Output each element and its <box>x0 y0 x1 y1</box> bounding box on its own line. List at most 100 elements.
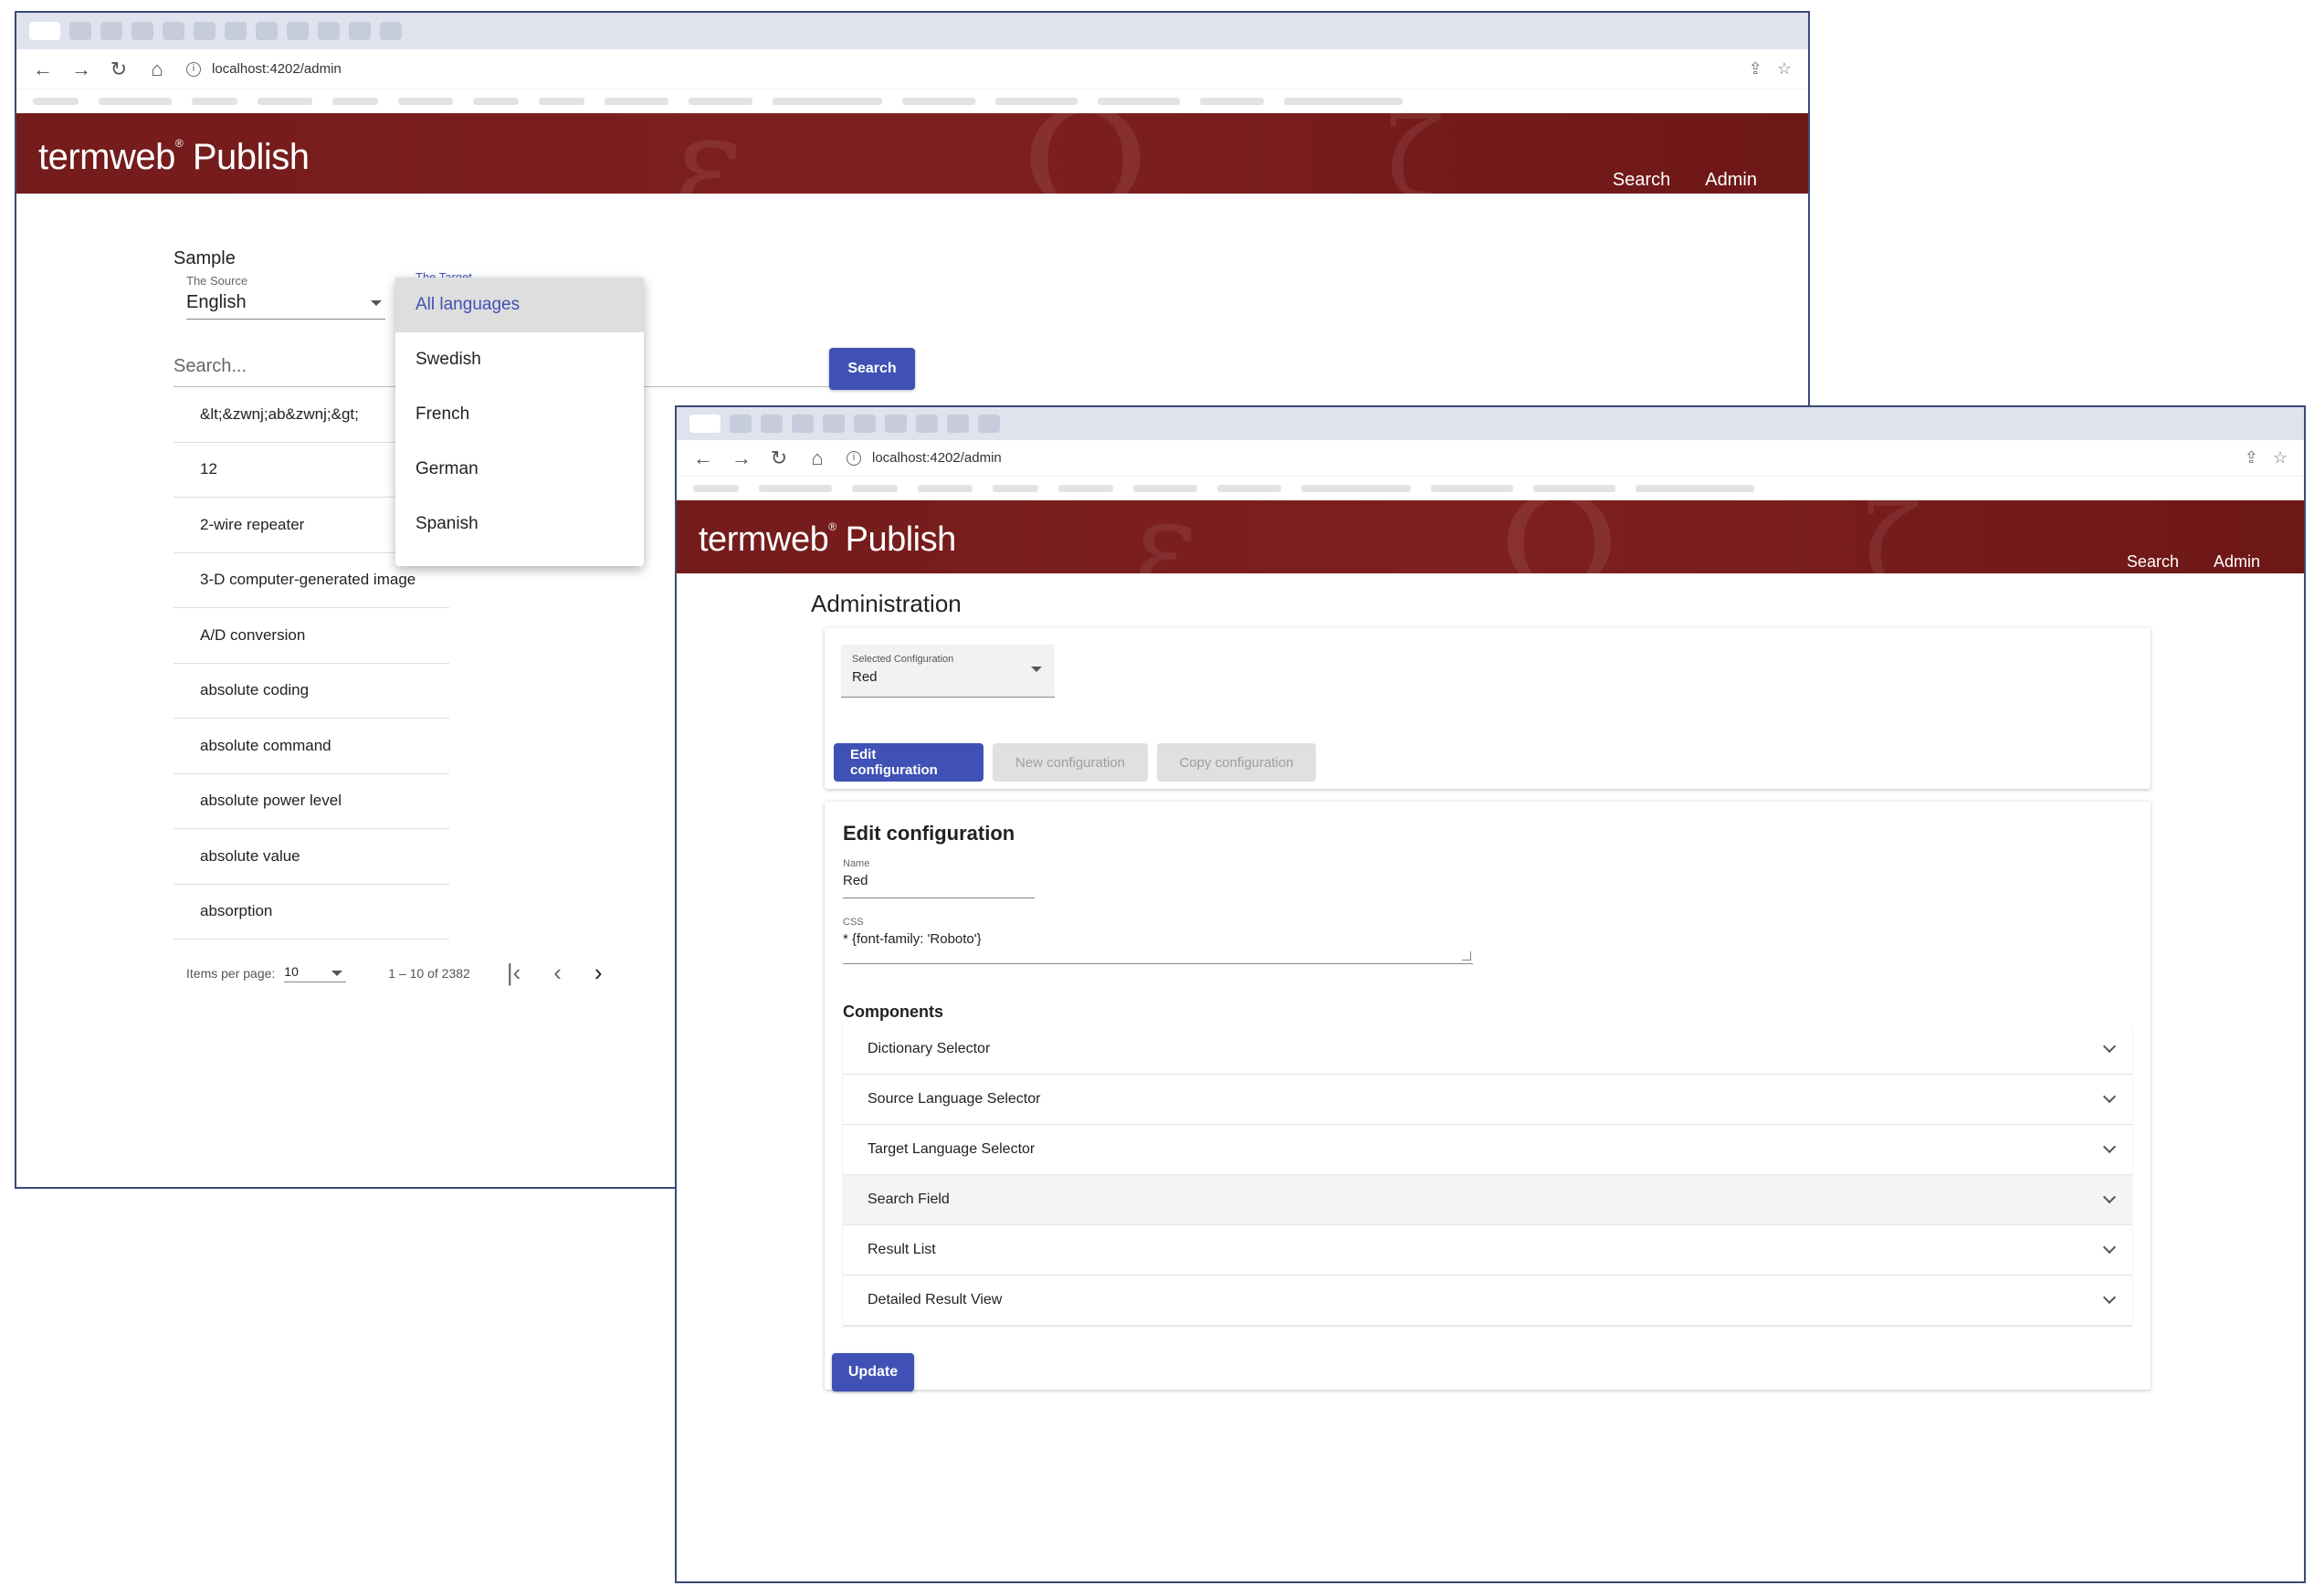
nav-search-link[interactable]: Search <box>2127 552 2179 572</box>
chevron-down-icon[interactable] <box>2102 1139 2117 1154</box>
nav-admin-link[interactable]: Admin <box>1705 170 1757 191</box>
bookmark-item[interactable] <box>33 98 79 105</box>
chevron-down-icon[interactable] <box>2102 1290 2117 1305</box>
copy-configuration-button[interactable]: Copy configuration <box>1157 743 1316 782</box>
bookmark-item[interactable] <box>473 98 519 105</box>
browser-tab[interactable] <box>225 22 247 40</box>
name-field[interactable]: Red <box>843 873 1035 898</box>
component-panel[interactable]: Source Language Selector <box>843 1075 2132 1125</box>
browser-tab[interactable] <box>100 22 122 40</box>
selected-configuration-select[interactable]: Selected Configuration Red <box>841 645 1055 698</box>
browser-tab[interactable] <box>947 415 969 433</box>
chevron-down-icon[interactable] <box>2102 1240 2117 1255</box>
browser-tab[interactable] <box>978 415 1000 433</box>
browser-tab[interactable] <box>885 415 907 433</box>
chevron-down-icon[interactable] <box>2102 1039 2117 1054</box>
star-icon[interactable]: ☆ <box>2273 448 2288 467</box>
browser-tab[interactable] <box>380 22 402 40</box>
items-per-page-select[interactable]: 10 <box>284 964 347 982</box>
bookmark-item[interactable] <box>1217 485 1281 492</box>
browser-tab[interactable] <box>318 22 340 40</box>
browser-tab[interactable] <box>29 22 60 40</box>
forward-icon[interactable]: → <box>71 58 91 81</box>
bookmark-item[interactable] <box>852 485 898 492</box>
bookmark-item[interactable] <box>1636 485 1754 492</box>
share-icon[interactable]: ⇪ <box>2245 448 2258 467</box>
bookmark-item[interactable] <box>1284 98 1403 105</box>
bookmark-item[interactable] <box>759 485 832 492</box>
app-logo[interactable]: termweb® Publish <box>38 137 310 178</box>
browser-tab[interactable] <box>689 415 720 433</box>
source-language-select[interactable]: English <box>186 292 385 320</box>
home-icon[interactable]: ⌂ <box>148 58 166 81</box>
browser-tab[interactable] <box>823 415 845 433</box>
browser-tab[interactable] <box>287 22 309 40</box>
reload-icon[interactable]: ↻ <box>110 58 128 81</box>
bookmark-item[interactable] <box>1133 485 1197 492</box>
bookmark-item[interactable] <box>605 98 668 105</box>
info-icon[interactable]: i <box>847 450 861 466</box>
forward-icon[interactable]: → <box>731 446 752 470</box>
browser-tab[interactable] <box>69 22 91 40</box>
language-option[interactable]: Spanish <box>395 497 644 551</box>
component-panel[interactable]: Detailed Result View <box>843 1276 2132 1326</box>
browser-tab[interactable] <box>194 22 216 40</box>
bookmark-item[interactable] <box>192 98 237 105</box>
result-item[interactable]: absolute value <box>174 829 449 885</box>
browser-tab[interactable] <box>854 415 876 433</box>
update-button[interactable]: Update <box>832 1353 914 1391</box>
bookmark-item[interactable] <box>539 98 584 105</box>
chevron-down-icon[interactable] <box>2102 1089 2117 1104</box>
language-option[interactable]: Swedish <box>395 332 644 387</box>
component-panel[interactable]: Target Language Selector <box>843 1125 2132 1175</box>
bookmark-item[interactable] <box>993 485 1038 492</box>
browser-tab[interactable] <box>792 415 814 433</box>
bookmark-item[interactable] <box>693 485 739 492</box>
first-page-icon[interactable]: |‹ <box>507 959 521 987</box>
url-field[interactable]: i localhost:4202/admin <box>186 61 1729 77</box>
result-item[interactable]: absorption <box>174 885 449 940</box>
search-button[interactable]: Search <box>829 348 915 390</box>
bookmark-item[interactable] <box>1200 98 1264 105</box>
browser-tab[interactable] <box>163 22 184 40</box>
url-field[interactable]: i localhost:4202/admin <box>847 450 2225 466</box>
bookmark-item[interactable] <box>332 98 378 105</box>
previous-page-icon[interactable]: ‹ <box>553 959 562 987</box>
nav-search-link[interactable]: Search <box>1613 170 1670 191</box>
component-panel[interactable]: Search Field <box>843 1175 2132 1225</box>
bookmark-item[interactable] <box>902 98 975 105</box>
bookmark-item[interactable] <box>918 485 973 492</box>
app-logo[interactable]: termweb® Publish <box>699 520 956 560</box>
home-icon[interactable]: ⌂ <box>808 446 826 470</box>
language-option[interactable]: French <box>395 387 644 442</box>
bookmark-item[interactable] <box>1533 485 1615 492</box>
component-panel[interactable]: Result List <box>843 1225 2132 1276</box>
nav-admin-link[interactable]: Admin <box>2214 552 2260 572</box>
bookmark-item[interactable] <box>689 98 752 105</box>
back-icon[interactable]: ← <box>693 446 713 470</box>
result-item[interactable]: absolute command <box>174 719 449 774</box>
bookmark-item[interactable] <box>1058 485 1113 492</box>
share-icon[interactable]: ⇪ <box>1749 59 1762 79</box>
browser-tab[interactable] <box>131 22 153 40</box>
bookmark-item[interactable] <box>398 98 453 105</box>
browser-tab[interactable] <box>256 22 278 40</box>
back-icon[interactable]: ← <box>33 58 53 81</box>
language-option[interactable]: All languages <box>395 278 644 332</box>
browser-tab[interactable] <box>349 22 371 40</box>
language-option[interactable]: German <box>395 442 644 497</box>
bookmark-item[interactable] <box>99 98 172 105</box>
bookmark-item[interactable] <box>1301 485 1411 492</box>
star-icon[interactable]: ☆ <box>1777 59 1792 79</box>
reload-icon[interactable]: ↻ <box>770 446 788 470</box>
resize-handle-icon[interactable] <box>1462 951 1471 961</box>
bookmark-item[interactable] <box>995 98 1078 105</box>
chevron-down-icon[interactable] <box>2102 1190 2117 1204</box>
browser-tab[interactable] <box>730 415 752 433</box>
browser-tab[interactable] <box>916 415 938 433</box>
component-panel[interactable]: Dictionary Selector <box>843 1024 2132 1075</box>
css-textarea[interactable]: * {font-family: 'Roboto'} <box>843 931 1473 964</box>
info-icon[interactable]: i <box>186 61 201 77</box>
bookmark-item[interactable] <box>1098 98 1180 105</box>
result-item[interactable]: A/D conversion <box>174 608 449 664</box>
